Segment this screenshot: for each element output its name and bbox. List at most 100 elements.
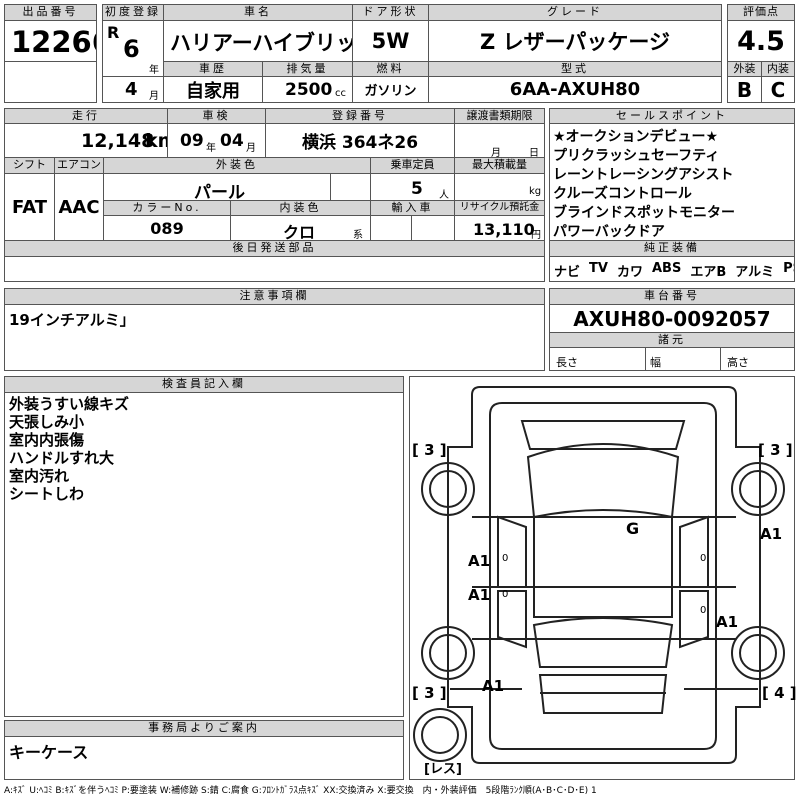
mark-left-front-door: A1: [468, 552, 491, 570]
color-cell: パール: [103, 173, 331, 201]
tire-front-left: [ 3 ]: [412, 441, 447, 459]
import-cell-a: [370, 215, 412, 241]
inspector-note-item: シートしわ: [9, 485, 85, 503]
shift-cell: FAT: [4, 173, 55, 241]
grade-cell: Z レザーパッケージ: [428, 20, 722, 62]
plate-value: 横浜 364ネ26: [301, 133, 419, 153]
ac-label: エアコン: [54, 157, 104, 174]
deadline-day: 日: [529, 148, 539, 158]
notes-label: 注意事項欄: [4, 288, 545, 305]
sales-point-item: ★オークションデビュー★: [553, 129, 719, 145]
chassis-cell: AXUH80-0092057: [549, 304, 795, 333]
chassis-label: 車台番号: [549, 288, 795, 305]
ac-value: AAC: [58, 196, 100, 218]
recycle-value: 13,110: [473, 220, 535, 239]
inspector-note-item: 室内内張傷: [9, 431, 85, 449]
name-label: 車名: [163, 4, 353, 21]
reg-month-cell: 4 月: [102, 76, 164, 103]
inspector-note-item: 外装うすい線キズ: [9, 395, 130, 413]
length-label: 長さ: [556, 356, 578, 369]
sales-label: セールスポイント: [549, 108, 795, 124]
equipment-item: TV: [589, 261, 608, 276]
load-label: 最大積載量: [454, 157, 545, 174]
equipment-item: エアB: [690, 265, 727, 280]
color-no-cell: 089: [103, 215, 231, 241]
model-value: 6AA-AXUH80: [509, 79, 641, 100]
recycle-cell: 13,110 円: [454, 215, 545, 241]
tire-front-right: [ 3 ]: [758, 441, 793, 459]
car-outline: [413, 386, 785, 764]
plate-label: 登録番号: [265, 108, 455, 124]
door-cell: 5W: [352, 20, 429, 62]
office-value: キーケース: [9, 743, 89, 762]
name-cell: ハリアーハイブリッド: [163, 20, 353, 62]
door-value: 5W: [371, 29, 410, 53]
insp-month-unit: 月: [246, 143, 256, 154]
interior-color-label: 内装色: [230, 200, 371, 216]
spec-label: 諸元: [549, 332, 795, 348]
interior-color-value: クロ: [283, 223, 316, 241]
ext-value: B: [736, 77, 753, 102]
history-value: 自家用: [186, 80, 240, 102]
displacement-value: 2500: [285, 80, 333, 100]
lot-label: 出品番号: [4, 4, 97, 21]
equipment-item: カワ: [616, 265, 643, 280]
model-cell: 6AA-AXUH80: [428, 76, 722, 103]
inspector-list: 外装うすい線キズ 天張しみ小 室内内張傷 ハンドルすれ大 室内汚れ シートしわ: [9, 395, 129, 503]
mileage-cell: 12,148 km: [4, 123, 168, 158]
grade-value: Z レザーパッケージ: [480, 30, 670, 54]
lot-number: 12266: [4, 20, 97, 62]
lot-value: 12266: [11, 25, 96, 59]
office-label: 事務局よりご案内: [4, 720, 404, 737]
load-cell: kg: [454, 173, 545, 201]
mark-zero-4: 0: [700, 605, 707, 616]
inspector-note-item: 室内汚れ: [9, 467, 70, 485]
displacement-label: 排気量: [262, 61, 353, 77]
notes-value: 19インチアルミ」: [9, 311, 135, 329]
mark-right-rear-door: A1: [716, 613, 739, 631]
capacity-unit: 人: [439, 190, 449, 201]
inspector-label: 検査員記入欄: [4, 376, 404, 393]
mark-left-rear: A1: [482, 677, 505, 695]
reg-year-unit: 年: [149, 65, 159, 76]
reg-label: 初度登録: [102, 4, 164, 21]
recycle-label: リサイクル預託金: [454, 200, 545, 216]
score-cell: 4.5: [727, 20, 795, 62]
tire-rear-right: [ 4 ]: [762, 684, 797, 702]
equipment-list: ナビTVカワABSエアBアルミPSPW: [554, 261, 794, 280]
inspection-cell: 09 年 04 月: [167, 123, 266, 158]
deadline-label: 譲渡書類期限: [454, 108, 545, 124]
int-label: 内装: [761, 61, 795, 77]
shift-label: シフト: [4, 157, 55, 174]
int-cell: C: [761, 76, 795, 103]
reg-year: 6: [123, 35, 140, 63]
mark-zero-3: 0: [700, 553, 707, 564]
lot-blank: [4, 61, 97, 103]
insp-year-unit: 年: [206, 143, 216, 154]
displacement-unit: cc: [335, 88, 346, 99]
equipment-item: アルミ: [735, 265, 775, 280]
deadline-month: 月: [491, 148, 501, 158]
equipment-label: 純正装備: [549, 240, 795, 257]
recycle-unit: 円: [531, 230, 541, 241]
reg-month: 4: [125, 79, 138, 100]
tire-spare: [レス]: [424, 762, 462, 777]
equipment-cell: ナビTVカワABSエアBアルミPSPW: [549, 256, 795, 282]
plate-cell: 横浜 364ネ26: [265, 123, 455, 158]
mileage-value: 12,148: [81, 130, 155, 152]
door-label: ドア形状: [352, 4, 429, 21]
shift-value: FAT: [11, 196, 48, 218]
import-label: 輸入車: [370, 200, 455, 216]
grade-label: グレード: [428, 4, 722, 21]
color-label: 外装色: [103, 157, 371, 174]
model-label: 型式: [428, 61, 722, 77]
parts-label: 後日発送部品: [4, 240, 545, 257]
color-value: パール: [194, 183, 245, 201]
inspection-label: 車検: [167, 108, 266, 124]
insp-month: 04: [220, 131, 244, 151]
width-cell: 幅: [645, 347, 721, 371]
reg-era: R: [107, 23, 120, 42]
mark-zero-2: 0: [502, 589, 509, 600]
fuel-cell: ガソリン: [352, 76, 429, 103]
color-no-label: カラーNo.: [103, 200, 231, 216]
